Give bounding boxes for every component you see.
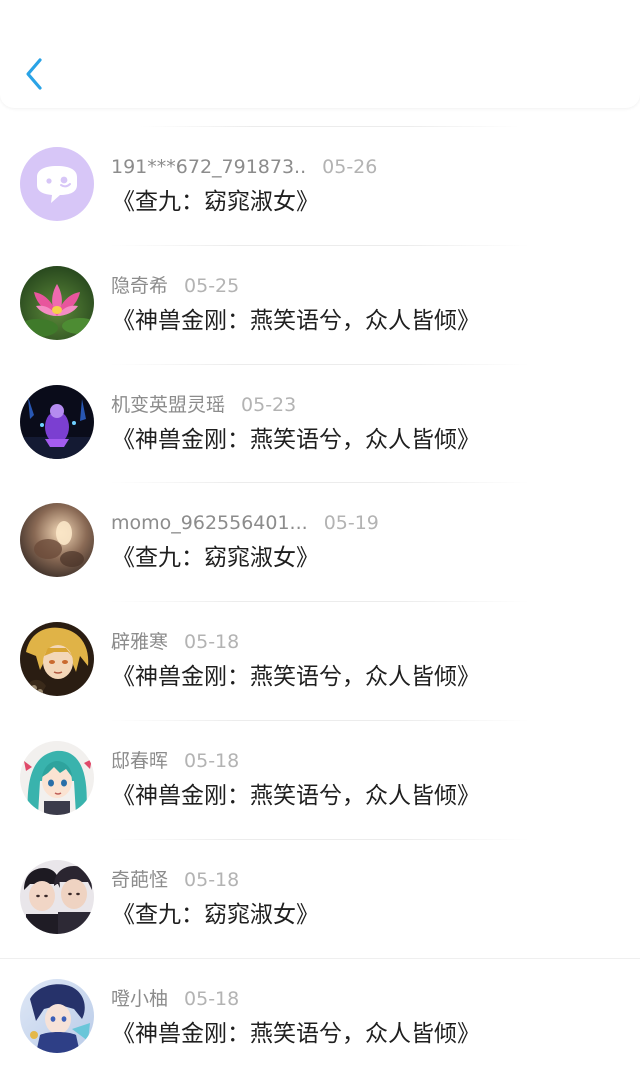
avatar[interactable] [20,503,94,578]
username[interactable]: 噔小柚 [111,988,168,1010]
avatar[interactable] [20,384,94,459]
date: 05-19 [323,512,379,535]
avatar[interactable] [20,859,94,934]
username[interactable]: momo_962556401... [111,512,308,534]
item-meta: 机变英盟灵瑶 05-23 [111,392,296,418]
date: 05-25 [184,274,240,297]
list-item[interactable]: 噔小柚 05-18 《神兽金刚：燕笑语兮，众人皆倾》 [0,957,640,1076]
item-meta: 隐奇希 05-25 [111,273,239,299]
book-title[interactable]: 《查九：窈窕淑女》 [112,186,319,218]
list-item[interactable]: 奇葩怪 05-18 《查九：窈窕淑女》 [0,838,640,958]
date: 05-23 [241,393,297,416]
anime-blonde-avatar-icon [20,622,94,697]
username[interactable]: 奇葩怪 [111,869,168,891]
divider [110,363,530,365]
list-item[interactable]: 机变英盟灵瑶 05-23 《神兽金刚：燕笑语兮，众人皆倾》 [0,363,640,483]
book-title[interactable]: 《查九：窈窕淑女》 [112,899,319,931]
comment-list: 191***672_791873.. 05-26 《查九：窈窕淑女》 隐奇希 0… [0,126,640,1076]
item-meta: 辟雅寒 05-18 [111,629,239,655]
username[interactable]: 隐奇希 [111,275,168,297]
back-button[interactable] [14,50,54,98]
avatar[interactable] [20,147,94,221]
list-item[interactable]: 191***672_791873.. 05-26 《查九：窈窕淑女》 [0,126,640,245]
item-meta: 噔小柚 05-18 [111,986,239,1012]
username[interactable]: 邸春晖 [111,750,168,772]
username[interactable]: 机变英盟灵瑶 [111,394,225,416]
username[interactable]: 辟雅寒 [111,631,168,653]
divider [110,719,530,721]
date: 05-26 [322,156,378,178]
top-bar [0,0,640,108]
item-meta: momo_962556401... 05-19 [111,510,379,536]
book-title[interactable]: 《神兽金刚：燕笑语兮，众人皆倾》 [112,661,480,693]
book-title[interactable]: 《神兽金刚：燕笑语兮，众人皆倾》 [112,1018,480,1050]
date: 05-18 [184,868,240,891]
avatar[interactable] [20,740,94,815]
divider [110,601,530,603]
book-title[interactable]: 《神兽金刚：燕笑语兮，众人皆倾》 [112,305,480,337]
item-meta: 191***672_791873.. 05-26 [111,154,377,180]
divider [110,838,530,840]
list-item[interactable]: 邸春晖 05-18 《神兽金刚：燕笑语兮，众人皆倾》 [0,719,640,839]
date: 05-18 [184,987,240,1010]
divider [110,482,530,484]
divider [110,244,530,246]
username[interactable]: 191***672_791873.. [111,156,306,178]
item-meta: 邸春晖 05-18 [111,748,239,774]
photo-avatar-icon [20,503,94,578]
item-meta: 奇葩怪 05-18 [111,867,239,893]
list-item[interactable]: 辟雅寒 05-18 《神兽金刚：燕笑语兮，众人皆倾》 [0,601,640,720]
anime-character-avatar-icon [20,978,94,1053]
avatar[interactable] [20,265,94,340]
date: 05-18 [184,749,240,772]
divider [0,957,640,959]
divider [140,126,520,127]
date: 05-18 [184,631,240,654]
book-title[interactable]: 《神兽金刚：燕笑语兮，众人皆倾》 [112,780,480,812]
lotus-flower-avatar-icon [20,265,94,340]
game-character-avatar-icon [20,384,94,459]
book-title[interactable]: 《查九：窈窕淑女》 [112,542,319,574]
avatar[interactable] [20,978,94,1053]
book-title[interactable]: 《神兽金刚：燕笑语兮，众人皆倾》 [112,424,480,456]
two-people-avatar-icon [20,859,94,934]
avatar[interactable] [20,622,94,697]
chevron-left-icon [26,58,42,90]
list-item[interactable]: momo_962556401... 05-19 《查九：窈窕淑女》 [0,482,640,601]
anime-teal-hair-avatar-icon [20,740,94,815]
list-item[interactable]: 隐奇希 05-25 《神兽金刚：燕笑语兮，众人皆倾》 [0,244,640,364]
default-chat-avatar-icon [20,147,94,221]
